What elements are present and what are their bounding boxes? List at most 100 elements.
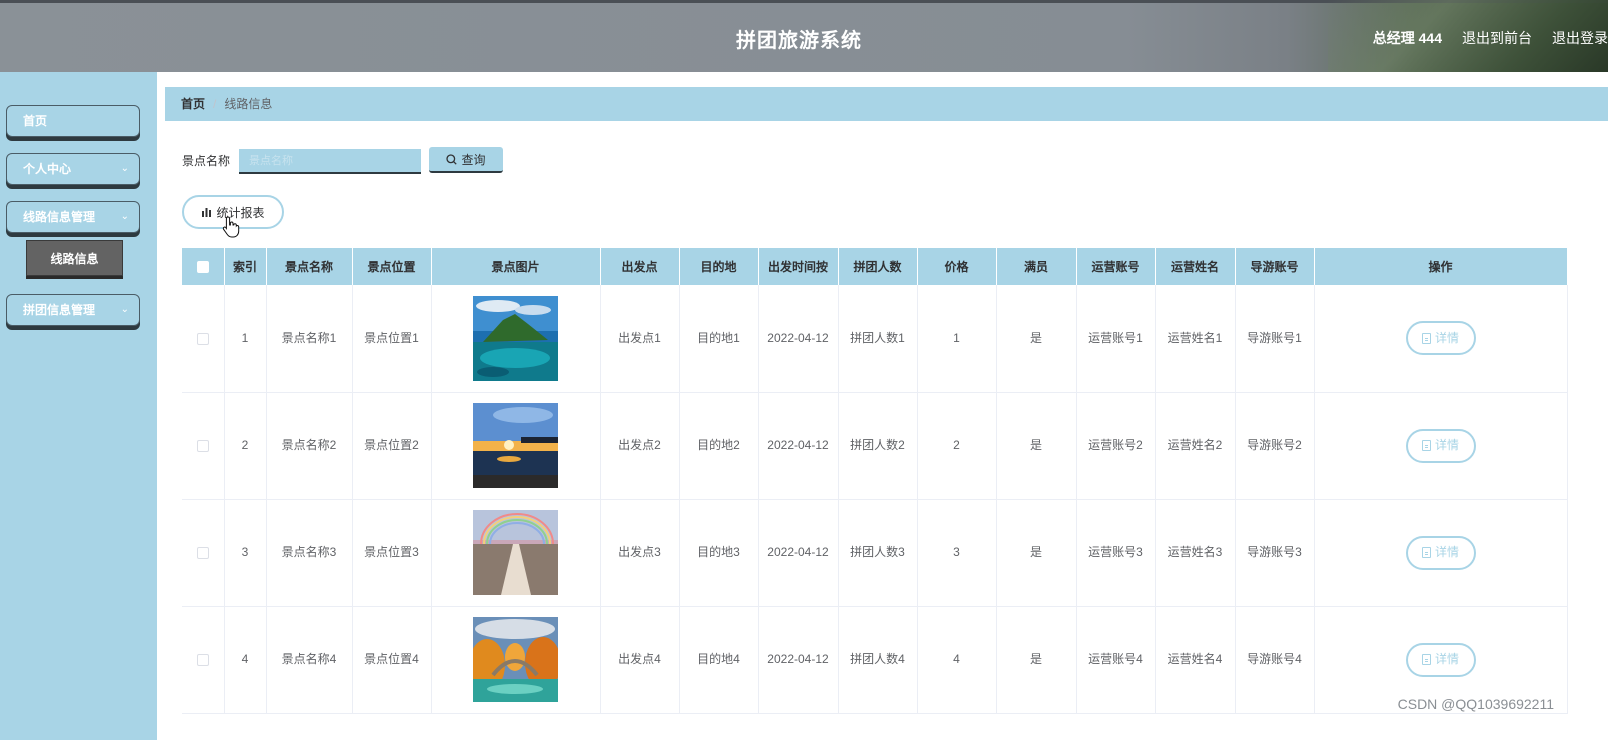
column-header: 满员 (996, 248, 1077, 285)
chevron-down-icon: ⌄ (120, 163, 129, 174)
sidebar-item-group-management[interactable]: 拼团信息管理 ⌄ (6, 294, 140, 326)
operator-account-cell: 运营账号1 (1076, 285, 1156, 393)
departure-cell: 出发点1 (600, 285, 680, 393)
document-icon (1421, 440, 1431, 451)
row-checkbox[interactable] (196, 439, 209, 452)
guide-account-cell: 导游账号2 (1235, 392, 1315, 500)
table-row: 1 景点名称1 景点位置1 出发点1 目的地1 2022-04-12 拼团人数1 (182, 285, 1568, 393)
guide-account-cell: 导游账号4 (1235, 606, 1315, 714)
departure-cell: 出发点4 (600, 606, 680, 714)
table-row: 2 景点名称2 景点位置2 出发点2 目的地2 2022-04-12 拼团人数2… (182, 392, 1568, 500)
column-header: 出发时间按 (758, 248, 839, 285)
sidebar-item-label: 线路信息管理 (23, 210, 96, 224)
row-checkbox[interactable] (196, 546, 209, 559)
select-all-cell (182, 248, 225, 285)
guide-account-cell: 导游账号1 (1235, 285, 1315, 393)
index-cell: 3 (224, 499, 267, 607)
row-checkbox[interactable] (196, 332, 209, 345)
action-cell: 详情 (1314, 499, 1568, 607)
app-title: 拼团旅游系统 (736, 30, 862, 52)
route-table: 索引 景点名称 景点位置 景点图片 出发点 目的地 出发时间按 拼团人数 价格 … (182, 248, 1568, 714)
spot-image-cell (431, 606, 601, 714)
departure-time-cell: 2022-04-12 (758, 392, 839, 500)
table-row: 3 景点名称3 景点位置3 出发点3 目的地3 2022-04-12 拼团人数3 (182, 499, 1568, 607)
sidebar-item-route-management[interactable]: 线路信息管理 ⌄ (6, 201, 140, 233)
full-cell: 是 (996, 392, 1077, 500)
group-size-cell: 拼团人数2 (838, 392, 918, 500)
destination-cell: 目的地3 (679, 499, 759, 607)
select-all-checkbox[interactable] (196, 261, 209, 274)
sidebar-item-label: 首页 (23, 114, 48, 128)
document-icon (1421, 332, 1431, 344)
full-cell: 是 (996, 499, 1077, 607)
sidebar-item-label: 拼团信息管理 (23, 303, 96, 317)
detail-button-label: 详情 (1434, 330, 1459, 345)
breadcrumb-current: 线路信息 (224, 97, 273, 111)
row-select-cell (182, 606, 225, 714)
document-icon (1421, 547, 1431, 558)
logout-link[interactable]: 退出登录 (1552, 28, 1608, 48)
departure-time-cell: 2022-04-12 (758, 606, 839, 714)
operator-name-cell: 运营姓名3 (1155, 499, 1236, 607)
sidebar-item-home[interactable]: 首页 (6, 105, 140, 137)
row-checkbox[interactable] (196, 653, 209, 666)
spot-image-sunset-pier (473, 403, 558, 488)
column-header: 导游账号 (1235, 248, 1315, 285)
chevron-down-icon: ⌄ (120, 304, 129, 315)
breadcrumb-separator: / (213, 97, 217, 111)
sidebar-subitem-route-info[interactable]: 线路信息 (26, 240, 123, 276)
column-header: 价格 (917, 248, 997, 285)
document-icon (1421, 654, 1431, 665)
detail-button[interactable]: 详情 (1405, 535, 1476, 570)
spot-image-cell (431, 392, 601, 500)
operator-account-cell: 运营账号4 (1076, 606, 1156, 714)
spot-location-cell: 景点位置4 (352, 606, 432, 714)
group-size-cell: 拼团人数1 (838, 285, 918, 393)
spot-location-cell: 景点位置2 (352, 392, 432, 500)
group-size-cell: 拼团人数3 (838, 499, 918, 607)
price-cell: 2 (917, 392, 997, 500)
sidebar-item-personal-center[interactable]: 个人中心 ⌄ (6, 153, 140, 185)
detail-button[interactable]: 详情 (1405, 321, 1476, 356)
sidebar: 首页 个人中心 ⌄ 线路信息管理 ⌄ 线路信息 拼团信息管理 ⌄ (0, 72, 157, 740)
departure-time-cell: 2022-04-12 (758, 285, 839, 393)
spot-name-cell: 景点名称4 (266, 606, 353, 714)
search-button-label: 查询 (461, 152, 486, 167)
spot-name-cell: 景点名称3 (266, 499, 353, 607)
index-cell: 1 (224, 285, 267, 393)
column-header: 景点图片 (431, 248, 601, 285)
index-cell: 4 (224, 606, 267, 714)
table-row: 4 景点名称4 景点位置4 出发点4 目的地4 2022-04-12 拼团人数4 (182, 606, 1568, 714)
operator-name-cell: 运营姓名1 (1155, 285, 1236, 393)
operator-name-cell: 运营姓名2 (1155, 392, 1236, 500)
column-header: 操作 (1314, 248, 1568, 285)
exit-to-frontend-link[interactable]: 退出到前台 (1462, 28, 1532, 48)
operator-account-cell: 运营账号3 (1076, 499, 1156, 607)
table-header-row: 索引 景点名称 景点位置 景点图片 出发点 目的地 出发时间按 拼团人数 价格 … (182, 248, 1568, 285)
column-header: 运营姓名 (1155, 248, 1236, 285)
spot-name-cell: 景点名称2 (266, 392, 353, 500)
operator-name-cell: 运营姓名4 (1155, 606, 1236, 714)
column-header: 目的地 (679, 248, 759, 285)
price-cell: 1 (917, 285, 997, 393)
watermark-text: CSDN @QQ1039692211 (1397, 696, 1554, 712)
index-cell: 2 (224, 392, 267, 500)
spot-image-rainbow-path (473, 510, 558, 595)
breadcrumb: 首页 / 线路信息 (165, 87, 1608, 121)
spot-location-cell: 景点位置1 (352, 285, 432, 393)
breadcrumb-home[interactable]: 首页 (181, 97, 205, 111)
search-button[interactable]: 查询 (429, 147, 503, 173)
chevron-down-icon: ⌄ (120, 211, 129, 222)
sidebar-item-label: 个人中心 (23, 162, 72, 176)
detail-button[interactable]: 详情 (1405, 428, 1476, 463)
group-size-cell: 拼团人数4 (838, 606, 918, 714)
row-select-cell (182, 392, 225, 500)
search-label: 景点名称 (182, 154, 231, 168)
destination-cell: 目的地1 (679, 285, 759, 393)
search-input[interactable] (239, 149, 421, 174)
full-cell: 是 (996, 606, 1077, 714)
column-header: 景点位置 (352, 248, 432, 285)
detail-button[interactable]: 详情 (1405, 642, 1476, 677)
row-select-cell (182, 499, 225, 607)
operator-account-cell: 运营账号2 (1076, 392, 1156, 500)
